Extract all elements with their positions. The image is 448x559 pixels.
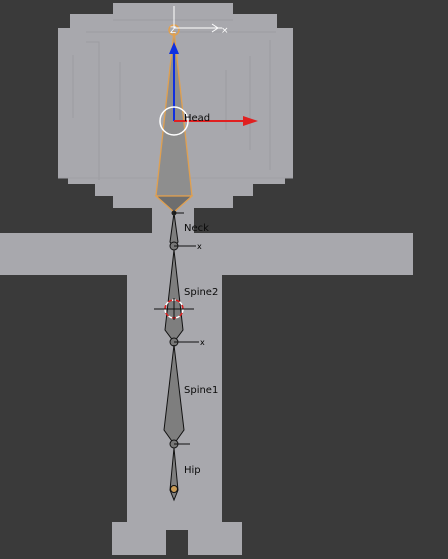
viewport-canvas[interactable]: x x Z × Head Neck Spine2 Spine1 Hip: [0, 0, 448, 555]
spine2-x-axis-label: x: [200, 338, 205, 347]
view-close-glyph: ×: [221, 26, 229, 36]
character-mesh[interactable]: [0, 3, 413, 555]
bone-label-neck: Neck: [184, 223, 209, 234]
z-axis-label: Z: [170, 26, 176, 36]
bone-label-head: Head: [184, 113, 210, 124]
bone-label-hip: Hip: [184, 465, 201, 476]
3d-viewport[interactable]: x x Z × Head Neck Spine2 Spine1 Hip: [0, 0, 448, 555]
bone-label-spine2: Spine2: [184, 287, 218, 298]
neck-x-axis-label: x: [197, 242, 202, 251]
bone-label-spine1: Spine1: [184, 385, 218, 396]
